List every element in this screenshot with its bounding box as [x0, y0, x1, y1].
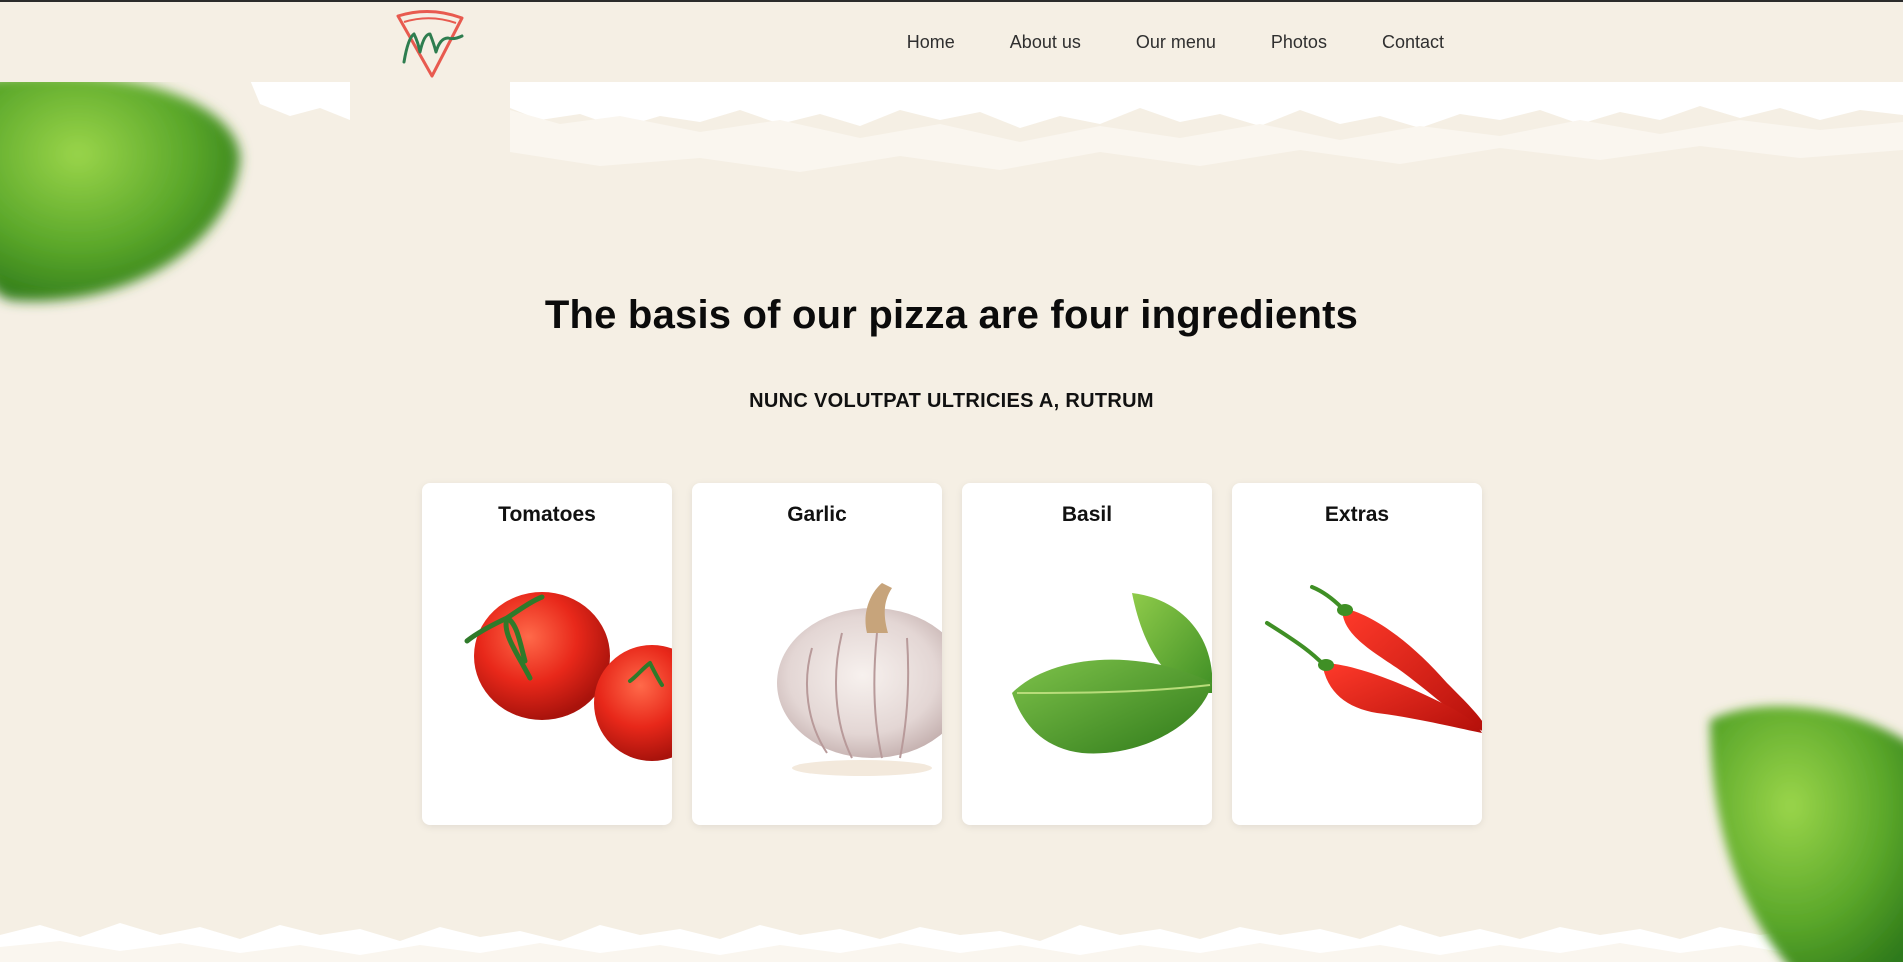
ingredient-card-tomatoes[interactable]: Tomatoes: [422, 483, 672, 825]
ingredient-card-basil[interactable]: Basil: [962, 483, 1212, 825]
nav-our-menu-link[interactable]: Our menu: [1136, 32, 1216, 53]
card-title: Extras: [1324, 503, 1390, 526]
torn-paper-divider-top: [0, 80, 1903, 190]
section-title: The basis of our pizza are four ingredie…: [544, 293, 1359, 337]
nav-home-link[interactable]: Home: [907, 32, 955, 53]
nav-photos-link[interactable]: Photos: [1271, 32, 1327, 53]
section-subtitle: NUNC VOLUTPAT ULTRICIES A, RUTRUM: [749, 390, 1154, 412]
pizza-slice-m-logo-icon[interactable]: [392, 8, 468, 80]
ingredient-card-extras[interactable]: Extras: [1232, 483, 1482, 825]
tomatoes-image: [422, 553, 672, 825]
basil-leaf-decoration-right: [1690, 690, 1903, 962]
torn-paper-divider-bottom: [0, 895, 1903, 962]
ingredient-cards: Tomatoes Garlic Basil Extras: [422, 483, 1482, 825]
nav-about-us-link[interactable]: About us: [1010, 32, 1081, 53]
card-title: Basil: [1061, 503, 1113, 526]
card-title: Tomatoes: [498, 503, 596, 526]
nav-contact-link[interactable]: Contact: [1382, 32, 1444, 53]
garlic-image: [692, 553, 942, 825]
basil-image: [962, 553, 1212, 825]
card-title: Garlic: [787, 503, 847, 526]
chili-peppers-image: [1232, 553, 1482, 825]
site-header: Home About us Our menu Photos Contact: [0, 2, 1903, 82]
ingredient-card-garlic[interactable]: Garlic: [692, 483, 942, 825]
main-navigation: Home About us Our menu Photos Contact: [907, 32, 1444, 53]
